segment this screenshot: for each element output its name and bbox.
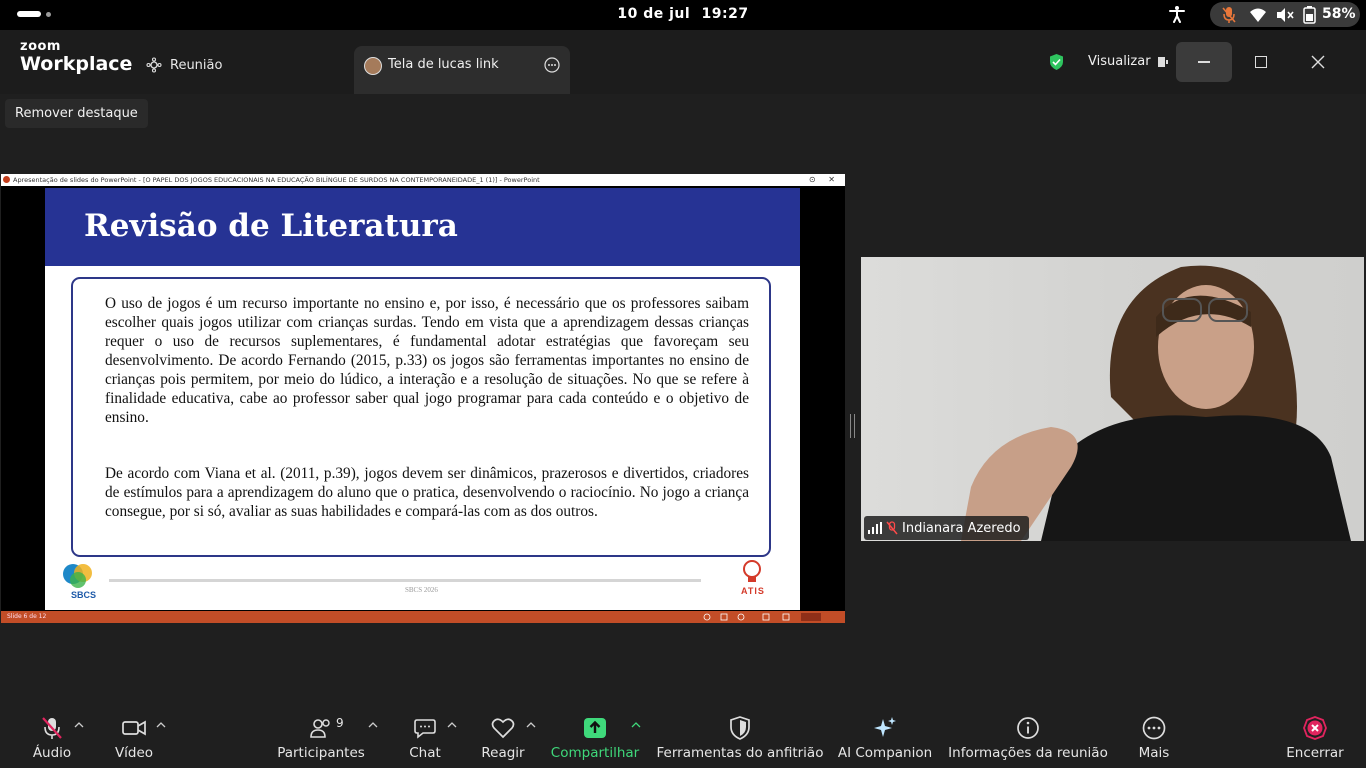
close-window-icon[interactable]	[1310, 54, 1326, 70]
end-meeting-label: Encerrar	[1286, 745, 1344, 761]
ai-companion-button[interactable]: AI Companion	[837, 712, 933, 764]
atis-lightbulb-icon	[743, 560, 761, 582]
video-button[interactable]: Vídeo	[104, 712, 166, 764]
meeting-icon	[146, 57, 162, 73]
more-dots-icon	[1142, 716, 1166, 740]
volume-muted-icon	[1277, 8, 1294, 22]
end-meeting-button[interactable]: Encerrar	[1284, 712, 1346, 764]
participants-label: Participantes	[277, 745, 365, 761]
clock[interactable]: 10 de jul 19:27	[0, 6, 1366, 22]
audio-label: Áudio	[32, 745, 72, 761]
participant-name: Indianara Azeredo	[902, 520, 1021, 536]
ai-companion-label: AI Companion	[837, 745, 933, 761]
participant-name-tag: Indianara Azeredo	[864, 516, 1029, 540]
powerpoint-icon	[3, 176, 10, 183]
maximize-button[interactable]	[1255, 56, 1267, 68]
ai-sparkle-icon	[874, 717, 896, 737]
heart-icon	[491, 718, 515, 739]
powerpoint-window-controls: ⊙ ✕	[808, 175, 835, 184]
view-button[interactable]: Visualizar	[1088, 54, 1169, 69]
video-label: Vídeo	[114, 745, 154, 761]
slide-paragraph-1: O uso de jogos é um recurso importante n…	[105, 295, 749, 426]
share-screen-icon	[584, 718, 606, 738]
share-label: Compartilhar	[550, 745, 640, 761]
participant-mic-muted-icon	[886, 521, 898, 535]
encryption-shield-icon[interactable]	[1049, 54, 1064, 70]
view-label: Visualizar	[1088, 54, 1151, 69]
resize-divider-handle[interactable]	[850, 414, 855, 438]
battery-icon	[1303, 6, 1316, 24]
participant-silhouette	[961, 265, 1351, 541]
slide-footer-line	[109, 579, 701, 582]
share-screen-button[interactable]: Compartilhar	[550, 712, 641, 764]
atis-logo: ATIS	[737, 558, 773, 606]
slide: Revisão de Literatura O uso de jogos é u…	[45, 188, 800, 610]
sharer-avatar	[364, 57, 382, 75]
mic-muted-icon	[42, 717, 62, 739]
participant-video[interactable]	[861, 257, 1364, 541]
logo-zoom-text: zoom	[20, 39, 61, 54]
participants-count: 9	[336, 716, 344, 730]
tab-meeting[interactable]: Reunião	[146, 52, 222, 78]
audio-chevron-up-icon[interactable]	[74, 721, 84, 729]
host-tools-label: Ferramentas do anfitrião	[656, 745, 824, 761]
date-text: 10 de jul	[617, 6, 691, 22]
share-chevron-up-icon[interactable]	[631, 721, 641, 729]
chat-label: Chat	[409, 745, 441, 761]
meeting-info-button[interactable]: Informações da reunião	[948, 712, 1108, 764]
tab-share-label: Tela de lucas link	[388, 57, 499, 72]
slide-text-box: O uso de jogos é um recurso importante n…	[71, 277, 771, 557]
mic-muted-icon	[1222, 7, 1236, 23]
react-button[interactable]: Reagir	[478, 712, 536, 764]
info-icon	[1017, 717, 1039, 739]
sbcs-logo: SBCS	[59, 560, 115, 604]
camera-icon	[122, 720, 146, 736]
battery-percent: 58%	[1322, 6, 1356, 22]
chat-chevron-up-icon[interactable]	[447, 721, 457, 729]
view-layout-icon	[1157, 56, 1168, 67]
logo-workplace-text: Workplace	[20, 53, 133, 75]
chat-icon	[414, 719, 436, 739]
react-label: Reagir	[481, 745, 525, 761]
shared-screen[interactable]: Apresentação de slides do PowerPoint - […	[1, 174, 845, 623]
powerpoint-status-bar: Slide 6 de 12	[1, 611, 845, 623]
slide-header: Revisão de Literatura	[45, 188, 800, 266]
participants-button[interactable]: 9 Participantes	[275, 712, 378, 764]
participants-icon	[310, 719, 330, 738]
sbcs-logo-text: SBCS	[71, 590, 97, 600]
tab-shared-screen[interactable]: Tela de lucas link	[354, 46, 570, 94]
end-meeting-icon	[1303, 716, 1327, 740]
slide-counter: Slide 6 de 12	[7, 613, 47, 620]
wifi-icon	[1250, 8, 1266, 22]
slide-paragraph-2: De acordo com Viana et al. (2011, p.39),…	[105, 465, 749, 520]
atis-logo-text: ATIS	[741, 586, 765, 596]
host-shield-icon	[730, 716, 750, 740]
zoom-workplace-logo: zoom Workplace	[20, 40, 132, 74]
video-chevron-up-icon[interactable]	[156, 721, 166, 729]
chat-button[interactable]: Chat	[400, 712, 457, 764]
powerpoint-title: Apresentação de slides do PowerPoint - […	[13, 176, 540, 184]
audio-button[interactable]: Áudio	[20, 712, 84, 764]
host-tools-button[interactable]: Ferramentas do anfitrião	[656, 712, 824, 764]
system-status-bar: 10 de jul 19:27 58%	[0, 0, 1366, 30]
more-label: Mais	[1138, 745, 1170, 761]
react-chevron-up-icon[interactable]	[526, 721, 536, 729]
participants-chevron-up-icon[interactable]	[368, 721, 378, 729]
meeting-info-label: Informações da reunião	[948, 745, 1108, 761]
tab-meeting-label: Reunião	[170, 57, 223, 73]
minimize-button[interactable]	[1176, 42, 1232, 82]
signal-strength-icon	[868, 522, 882, 534]
sbcs-logo-mark	[63, 564, 92, 588]
time-text: 19:27	[701, 6, 749, 22]
slide-title: Revisão de Literatura	[84, 208, 458, 244]
remove-spotlight-button[interactable]: Remover destaque	[5, 99, 148, 128]
more-button[interactable]: Mais	[1130, 712, 1178, 764]
slide-footer-text: SBCS 2026	[405, 586, 438, 594]
more-options-icon[interactable]	[544, 57, 560, 73]
powerpoint-title-bar: Apresentação de slides do PowerPoint - […	[1, 174, 845, 186]
slideshow-controls-icon	[703, 613, 821, 621]
accessibility-icon[interactable]	[1168, 5, 1186, 23]
